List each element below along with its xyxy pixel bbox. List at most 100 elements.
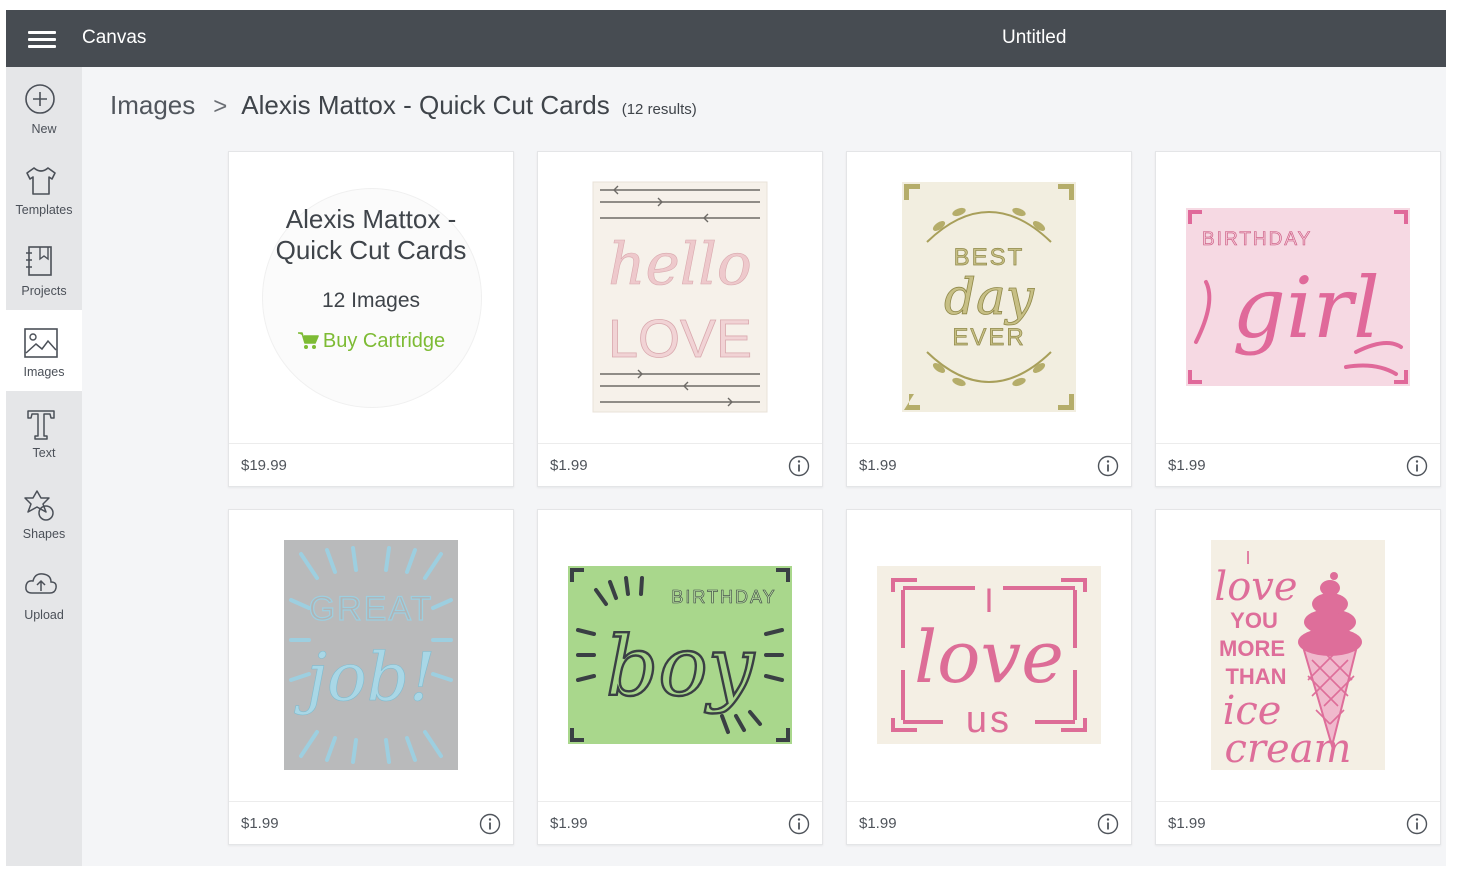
image-card-birthday-boy[interactable]: BIRTHDAY boy $1.99 — [537, 509, 823, 845]
info-icon[interactable] — [788, 813, 810, 835]
card-footer: $1.99 — [847, 801, 1131, 844]
sidebar-item-upload[interactable]: Upload — [6, 553, 82, 634]
card-footer: $1.99 — [229, 801, 513, 844]
image-card-birthday-girl[interactable]: BIRTHDAY girl $1.99 — [1155, 151, 1441, 487]
art-text-love: love — [914, 615, 1064, 699]
image-card-i-love-us[interactable]: I love us $1.99 — [846, 509, 1132, 845]
hamburger-menu-icon[interactable] — [28, 30, 56, 48]
image-card-ice-cream[interactable]: I love YOU MORE THAN ice cream $1.99 — [1155, 509, 1441, 845]
info-icon[interactable] — [788, 455, 810, 477]
shapes-icon — [24, 490, 54, 521]
art-text-you: YOU — [1230, 608, 1278, 633]
sidebar-item-text[interactable]: Text — [6, 391, 82, 472]
upload-icon — [25, 573, 57, 594]
art-text-girl: girl — [1232, 259, 1380, 357]
image-card-hello-love[interactable]: hello LOVE $1.99 — [537, 151, 823, 487]
breadcrumb-current: Alexis Mattox - Quick Cut Cards — [241, 90, 610, 120]
art-text-best: BEST — [954, 244, 1025, 271]
ice-cream-card-image: I love YOU MORE THAN ice cream — [1211, 540, 1385, 772]
app-window: Canvas Untitled New Templates Projects I… — [6, 10, 1446, 866]
card-price: $1.99 — [1168, 815, 1206, 832]
info-icon[interactable] — [479, 813, 501, 835]
sidebar-item-images[interactable]: Images — [6, 310, 82, 391]
breadcrumb-images-link[interactable]: Images — [110, 90, 195, 121]
card-footer: $1.99 — [1156, 801, 1440, 844]
art-text-love: love — [1214, 564, 1297, 610]
art-text-love: LOVE — [608, 309, 752, 369]
card-price: $1.99 — [550, 815, 588, 832]
info-icon[interactable] — [1406, 813, 1428, 835]
art-text-more: MORE — [1219, 636, 1285, 661]
card-footer: $1.99 — [538, 801, 822, 844]
plus-circle-icon — [25, 84, 55, 114]
sidebar-item-projects[interactable]: Projects — [6, 229, 82, 310]
breadcrumb-separator: > — [213, 93, 228, 120]
info-icon[interactable] — [1097, 813, 1119, 835]
card-thumbnail: GREAT job! — [229, 510, 513, 800]
buy-cartridge-link[interactable]: Buy Cartridge — [229, 330, 513, 353]
art-text-than: THAN — [1225, 664, 1286, 689]
card-price: $1.99 — [859, 815, 897, 832]
results-count: (12 results) — [621, 101, 697, 118]
info-icon[interactable] — [1097, 455, 1119, 477]
art-text-hello: hello — [608, 230, 752, 298]
art-text-boy: boy — [606, 620, 756, 715]
cartridge-card[interactable]: Alexis Mattox - Quick Cut Cards 12 Image… — [228, 151, 514, 487]
cartridge-cover: Alexis Mattox - Quick Cut Cards 12 Image… — [229, 152, 513, 442]
card-price: $1.99 — [241, 815, 279, 832]
card-footer: $1.99 — [538, 443, 822, 486]
sidebar-item-new[interactable]: New — [6, 67, 82, 148]
info-icon[interactable] — [1406, 455, 1428, 477]
card-price: $1.99 — [550, 457, 588, 474]
sidebar-label-shapes: Shapes — [22, 527, 66, 541]
hello-love-card-image: hello LOVE — [592, 181, 768, 413]
projects-icon — [26, 246, 52, 276]
art-text-ever: EVER — [952, 324, 1025, 351]
sidebar-label-templates: Templates — [15, 203, 73, 217]
i-love-us-card-image: I love us — [877, 566, 1101, 744]
cart-icon — [297, 332, 319, 349]
card-price: $1.99 — [859, 457, 897, 474]
image-card-best-day-ever[interactable]: BEST day EVER $1.99 — [846, 151, 1132, 487]
card-thumbnail: I love us — [847, 510, 1131, 800]
art-text-birthday: BIRTHDAY — [671, 587, 776, 607]
shirt-icon — [26, 167, 56, 195]
best-day-ever-card-image: BEST day EVER — [902, 182, 1076, 412]
art-text-job: job! — [294, 639, 436, 716]
sidebar: New Templates Projects Images Text Shape… — [6, 67, 82, 866]
app-title: Canvas — [82, 27, 147, 48]
top-bar: Canvas Untitled — [6, 10, 1446, 67]
art-text-day: day — [944, 268, 1035, 326]
card-footer: $19.99 — [229, 443, 513, 486]
great-job-card-image: GREAT job! — [284, 540, 458, 770]
cartridge-price: $19.99 — [241, 457, 287, 474]
birthday-girl-card-image: BIRTHDAY girl — [1186, 208, 1410, 386]
art-text-great: GREAT — [309, 590, 434, 628]
image-icon — [24, 328, 58, 358]
buy-cartridge-label: Buy Cartridge — [322, 330, 446, 352]
card-thumbnail: BIRTHDAY girl — [1156, 152, 1440, 442]
sidebar-item-shapes[interactable]: Shapes — [6, 472, 82, 553]
art-text-cream: cream — [1225, 726, 1352, 772]
card-thumbnail: I love YOU MORE THAN ice cream — [1156, 510, 1440, 800]
card-footer: $1.99 — [1156, 443, 1440, 486]
card-thumbnail: BIRTHDAY boy — [538, 510, 822, 800]
sidebar-label-text: Text — [32, 446, 56, 460]
birthday-boy-card-image: BIRTHDAY boy — [568, 566, 792, 744]
cartridge-title: Alexis Mattox - Quick Cut Cards — [275, 204, 467, 265]
sidebar-label-new: New — [31, 122, 57, 136]
sidebar-item-templates[interactable]: Templates — [6, 148, 82, 229]
sidebar-label-projects: Projects — [21, 284, 67, 298]
text-icon — [27, 410, 55, 440]
image-card-great-job[interactable]: GREAT job! $1.99 — [228, 509, 514, 845]
sidebar-label-upload: Upload — [24, 608, 64, 622]
art-text-birthday: BIRTHDAY — [1202, 229, 1312, 250]
card-footer: $1.99 — [847, 443, 1131, 486]
sidebar-label-images: Images — [23, 365, 65, 379]
document-title[interactable]: Untitled — [1002, 27, 1066, 49]
cartridge-image-count: 12 Images — [321, 289, 421, 312]
art-text-us: us — [966, 699, 1012, 741]
card-price: $1.99 — [1168, 457, 1206, 474]
card-thumbnail: hello LOVE — [538, 152, 822, 442]
breadcrumb: Images > Alexis Mattox - Quick Cut Cards… — [110, 90, 697, 122]
